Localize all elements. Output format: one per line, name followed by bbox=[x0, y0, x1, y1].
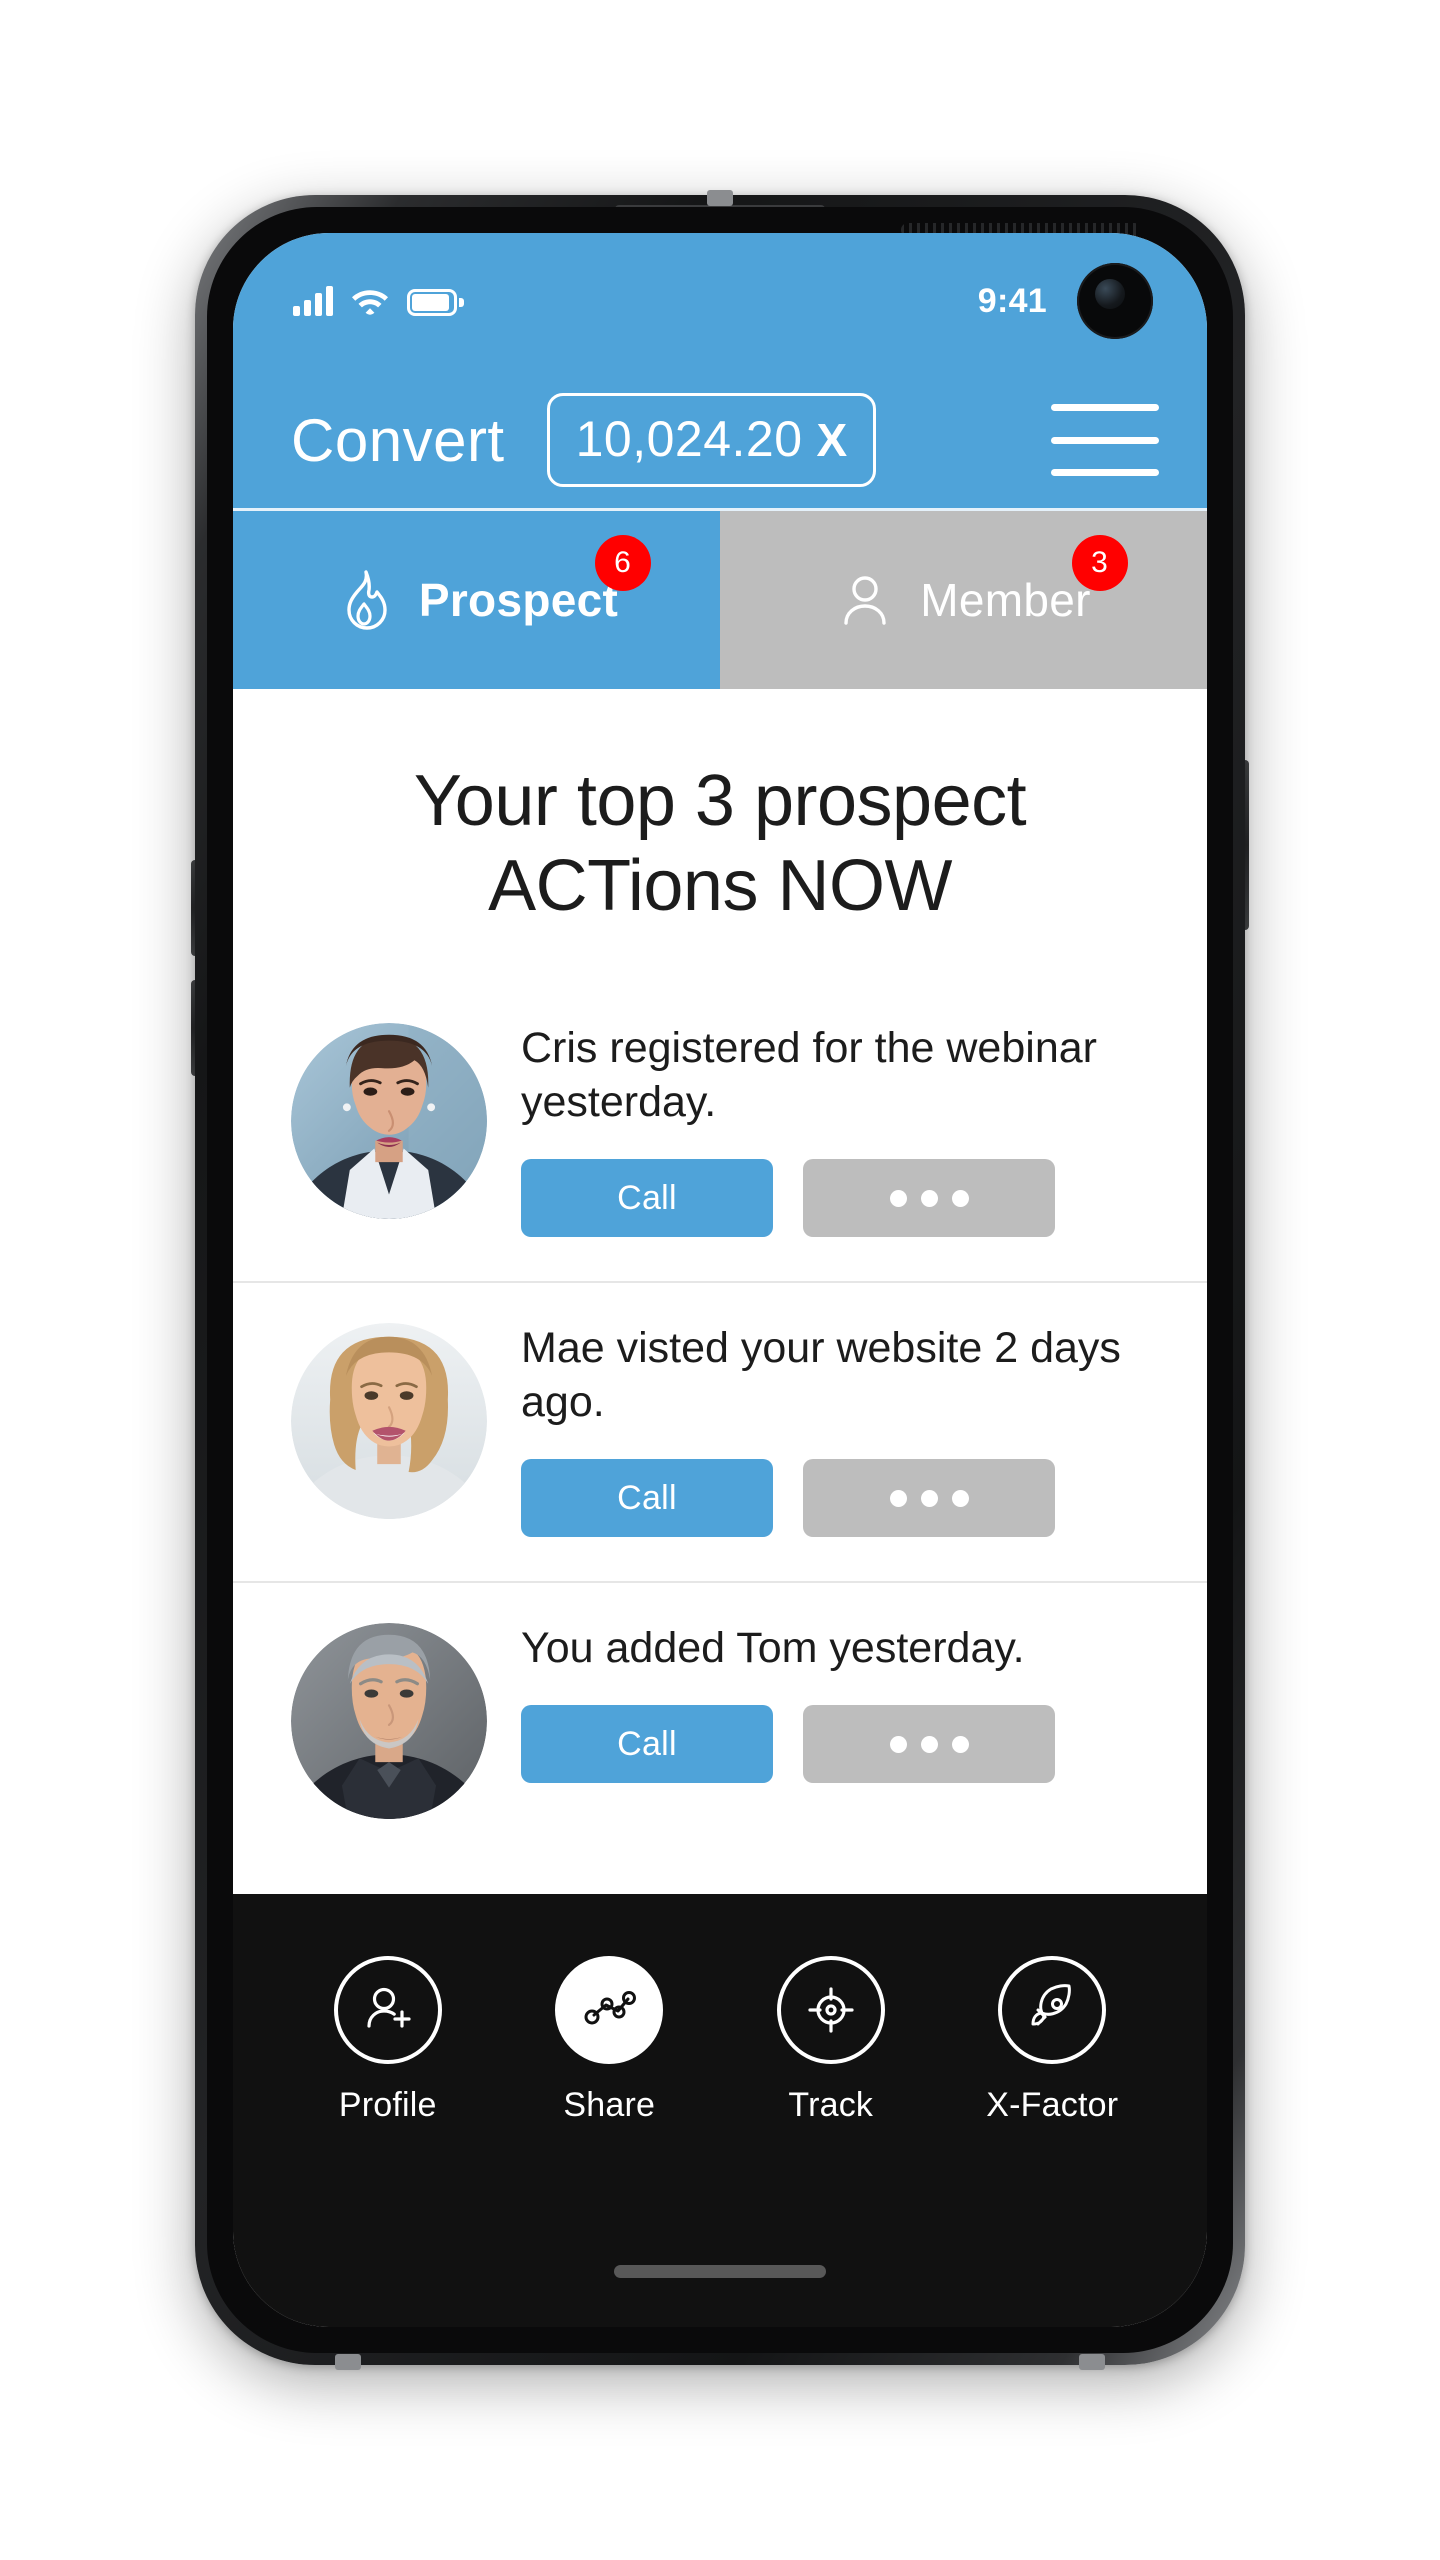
flame-icon bbox=[335, 569, 393, 631]
hamburger-menu-icon[interactable] bbox=[1051, 404, 1159, 476]
list-item[interactable]: Cris registered for the webinar yesterda… bbox=[233, 983, 1207, 1283]
nav-item-track[interactable]: Track bbox=[720, 1956, 942, 2125]
list-item-text: Cris registered for the webinar yesterda… bbox=[521, 1023, 1097, 1127]
headline-line-2: ACTions NOW bbox=[488, 845, 952, 926]
list-item[interactable]: You added Tom yesterday. Call bbox=[233, 1583, 1207, 1883]
nav-item-xfactor[interactable]: X-Factor bbox=[942, 1956, 1164, 2125]
tab-prospect-badge: 6 bbox=[594, 535, 651, 591]
tab-member-badge: 3 bbox=[1071, 535, 1128, 591]
tab-member[interactable]: Member 3 bbox=[720, 511, 1207, 689]
nav-item-share[interactable]: Share bbox=[499, 1956, 721, 2125]
status-icons-group bbox=[293, 286, 464, 316]
call-button[interactable]: Call bbox=[521, 1705, 773, 1784]
list-item-actions: Call bbox=[521, 1459, 1157, 1538]
more-options-button[interactable] bbox=[803, 1705, 1055, 1784]
more-options-button[interactable] bbox=[803, 1459, 1055, 1538]
avatar bbox=[291, 1322, 487, 1519]
target-icon bbox=[776, 1956, 885, 2064]
person-icon bbox=[836, 569, 894, 631]
amount-pill[interactable]: 10,024.20 X bbox=[546, 393, 877, 487]
amount-value: 10,024.20 bbox=[575, 411, 803, 467]
status-right-group: 9:41 bbox=[978, 263, 1153, 339]
tab-bar: Prospect 6 Member 3 bbox=[233, 511, 1207, 689]
list-item-text: You added Tom yesterday. bbox=[521, 1623, 1025, 1672]
nav-item-profile[interactable]: Profile bbox=[277, 1956, 499, 2125]
phone-screen: 9:41 Convert 10,024.20 X Prospect 6 Memb… bbox=[233, 233, 1207, 2327]
add-person-icon bbox=[333, 1956, 442, 2064]
tab-prospect[interactable]: Prospect 6 bbox=[233, 511, 720, 689]
main-content: Your top 3 prospect ACTions NOW Cris reg… bbox=[233, 689, 1207, 1894]
screenshot-canvas: 9:41 Convert 10,024.20 X Prospect 6 Memb… bbox=[0, 0, 1440, 2560]
bottom-nav-area: Profile Share Track X-Factor bbox=[233, 1894, 1207, 2327]
call-button[interactable]: Call bbox=[521, 1459, 773, 1538]
home-indicator[interactable] bbox=[614, 2265, 826, 2278]
call-button[interactable]: Call bbox=[521, 1159, 773, 1238]
tab-member-label: Member bbox=[920, 574, 1091, 626]
list-item-actions: Call bbox=[521, 1705, 1157, 1784]
list-item-actions: Call bbox=[521, 1159, 1157, 1238]
signal-bars-icon bbox=[293, 286, 333, 316]
page-title: Convert bbox=[291, 406, 505, 474]
antenna-band-bottom-right bbox=[1079, 2354, 1105, 2370]
share-nodes-icon bbox=[555, 1956, 664, 2064]
amount-currency-symbol: X bbox=[816, 414, 848, 466]
antenna-band-bottom-left bbox=[335, 2354, 361, 2370]
headline: Your top 3 prospect ACTions NOW bbox=[233, 689, 1207, 983]
nav-label-profile: Profile bbox=[338, 2086, 437, 2124]
tab-prospect-label: Prospect bbox=[418, 574, 619, 626]
nav-label-xfactor: X-Factor bbox=[986, 2086, 1119, 2124]
battery-icon bbox=[407, 289, 464, 316]
front-camera-icon bbox=[1077, 263, 1153, 339]
app-header: Convert 10,024.20 X bbox=[233, 369, 1207, 511]
list-item-body: Cris registered for the webinar yesterda… bbox=[521, 1009, 1157, 1238]
list-item[interactable]: Mae visted your website 2 days ago. Call bbox=[233, 1283, 1207, 1583]
headline-line-1: Your top 3 prospect bbox=[413, 761, 1027, 841]
status-bar: 9:41 bbox=[233, 233, 1207, 369]
nav-label-share: Share bbox=[563, 2086, 656, 2124]
bottom-navigation-bar: Profile Share Track X-Factor bbox=[233, 1894, 1207, 2327]
list-item-body: You added Tom yesterday. Call bbox=[521, 1609, 1157, 1784]
avatar bbox=[291, 1022, 487, 1219]
rocket-icon bbox=[998, 1956, 1107, 2064]
nav-label-track: Track bbox=[788, 2086, 874, 2124]
wifi-icon bbox=[351, 286, 389, 316]
list-item-body: Mae visted your website 2 days ago. Call bbox=[521, 1309, 1157, 1538]
phone-frame: 9:41 Convert 10,024.20 X Prospect 6 Memb… bbox=[195, 190, 1245, 2370]
more-options-button[interactable] bbox=[803, 1159, 1055, 1238]
list-item-text: Mae visted your website 2 days ago. bbox=[521, 1323, 1121, 1427]
phone-bezel: 9:41 Convert 10,024.20 X Prospect 6 Memb… bbox=[207, 207, 1233, 2353]
antenna-band-top bbox=[707, 190, 733, 206]
status-time: 9:41 bbox=[977, 281, 1047, 320]
avatar bbox=[291, 1622, 487, 1819]
